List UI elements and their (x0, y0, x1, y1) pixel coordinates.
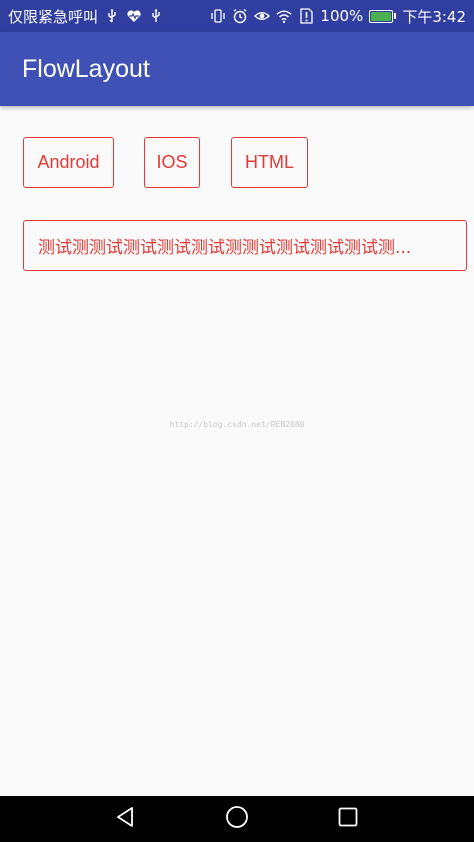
status-bar-right: 100% 下午3:42 (210, 6, 466, 27)
tag-html[interactable]: HTML (231, 137, 308, 188)
recents-icon (338, 807, 358, 831)
battery-percent: 100% (320, 7, 364, 25)
alarm-icon (232, 8, 248, 24)
app-title: FlowLayout (22, 54, 150, 83)
tag-label: IOS (156, 152, 188, 172)
back-icon (115, 806, 137, 832)
tag-label: 测试测测试测试测试测试测测试测试测试测试测... (38, 238, 412, 258)
battery-body (369, 9, 394, 23)
recents-button[interactable] (328, 799, 368, 839)
navigation-bar (0, 796, 474, 842)
battery-tip (394, 13, 397, 19)
wifi-icon (276, 8, 292, 24)
status-bar-left: 仅限紧急呼叫 (8, 6, 164, 27)
watermark: http://blog.csdn.net/REN2080 (169, 420, 305, 429)
back-button[interactable] (106, 799, 146, 839)
usb-icon (148, 8, 164, 24)
home-button[interactable] (217, 799, 257, 839)
flow-layout: Android IOS HTML 测试测测试测试测试测试测测试测试测试测试测..… (0, 106, 474, 796)
home-icon (225, 805, 249, 833)
tag-label: Android (37, 152, 100, 172)
app-bar: FlowLayout (0, 32, 474, 106)
tag-long-test[interactable]: 测试测测试测试测试测试测测试测试测试测试测... (23, 220, 467, 271)
tag-ios[interactable]: IOS (144, 137, 200, 188)
tag-label: HTML (245, 152, 294, 172)
status-bar: 仅限紧急呼叫 100% 下午3:42 (0, 0, 474, 32)
usb-icon (104, 8, 120, 24)
health-icon (126, 8, 142, 24)
tag-android[interactable]: Android (23, 137, 114, 188)
eye-icon (254, 8, 271, 24)
battery-fill (371, 11, 392, 21)
battery-icon (369, 9, 397, 23)
clock: 下午3:42 (402, 7, 466, 26)
no-sim-icon (298, 8, 314, 24)
carrier-text: 仅限紧急呼叫 (8, 7, 99, 26)
vibrate-icon (210, 8, 226, 24)
